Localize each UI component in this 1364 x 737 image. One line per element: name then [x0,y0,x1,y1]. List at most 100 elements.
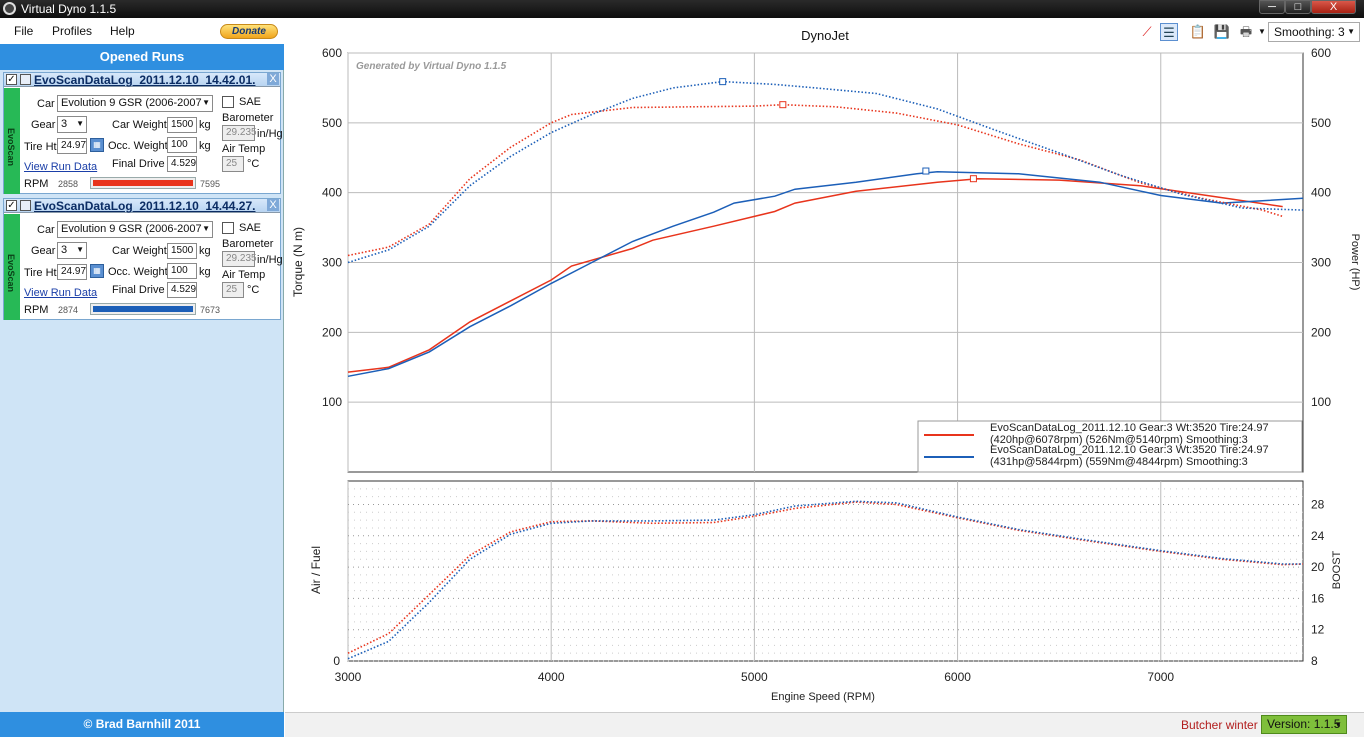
y2-tick-label: 300 [1311,256,1331,270]
car-label: Car [37,224,55,236]
run-card: ✓ EvoScanDataLog_2011.12.10_14.44.27. X … [3,198,283,320]
evoscan-tab: EvoScan [4,214,20,320]
car-weight-input[interactable]: 1500 [167,117,197,133]
car-label: Car [37,98,55,110]
y-tick-label: 200 [322,325,342,339]
tire-height-label: Tire Ht [24,141,57,153]
tire-height-input[interactable]: 24.97 [57,138,87,154]
clipboard-icon[interactable]: 📋 [1189,23,1207,41]
view-run-data-link[interactable]: View Run Data [24,161,97,173]
save-icon[interactable]: 💾 [1213,23,1231,41]
peak-marker [922,167,930,175]
air-temp-label: Air Temp [222,269,266,281]
peak-marker [779,101,787,109]
run-card: ✓ EvoScanDataLog_2011.12.10_14.42.01. X … [3,72,283,194]
legend-label: (420hp@6078rpm) (526Nm@5140rpm) Smoothin… [990,434,1248,446]
sae-checkbox[interactable] [222,96,234,108]
run-visible-checkbox[interactable]: ✓ [6,200,17,211]
menu-profiles[interactable]: Profiles [52,24,92,38]
run-color-checkbox[interactable] [20,74,31,85]
y2-tick-label: 500 [1311,116,1331,130]
watermark-text: Generated by Virtual Dyno 1.1.5 [356,61,507,72]
torque-series-line [347,80,1304,264]
barometer-label: Barometer [222,238,274,250]
menu-help[interactable]: Help [110,24,135,38]
app-icon[interactable] [3,2,16,15]
x-tick-label: 4000 [538,670,565,684]
torque-series-line [347,103,1283,257]
occ-weight-label: Occ. Weight [108,140,168,152]
chevron-down-icon: ▼ [202,98,210,107]
run-close-icon[interactable]: X [267,199,279,211]
y2-tick-label: 28 [1311,497,1325,511]
gear-select[interactable]: 3 ▼ [57,242,87,259]
inhg-label: in/Hg [257,128,283,140]
final-drive-label: Final Drive [112,284,165,296]
rpm-label: RPM [24,304,49,316]
y2-tick-label: 100 [1311,395,1331,409]
final-drive-input[interactable]: 4.529 [167,156,197,172]
barometer-input[interactable]: 29.235 [222,251,257,267]
rpm-range-slider[interactable] [90,303,196,315]
air-temp-input[interactable]: 25 [222,156,244,172]
air-temp-input[interactable]: 25 [222,282,244,298]
list-icon[interactable]: ☰ [1160,23,1178,41]
car-weight-label: Car Weight [112,245,167,257]
y2-axis-label: BOOST [1331,550,1343,589]
y-tick-label: 400 [322,186,342,200]
run-card-header: ✓ EvoScanDataLog_2011.12.10_14.44.27. X [4,199,280,213]
minimize-button[interactable]: ─ [1259,0,1285,14]
window-title: Virtual Dyno 1.1.5 [21,2,117,16]
car-weight-label: Car Weight [112,119,167,131]
legend-label: EvoScanDataLog_2011.12.10 Gear:3 Wt:3520… [990,422,1269,434]
run-visible-checkbox[interactable]: ✓ [6,74,17,85]
maximize-button[interactable]: □ [1285,0,1311,14]
copyright-bar: © Brad Barnhill 2011 [0,712,284,737]
gear-select[interactable]: 3 ▼ [57,116,87,133]
kg-label: kg [199,266,211,278]
donate-button[interactable]: Donate [220,24,278,39]
pen-icon[interactable]: ⟋ [1138,23,1156,41]
y2-tick-label: 8 [1311,654,1318,668]
y2-tick-label: 12 [1311,623,1325,637]
calculator-icon[interactable]: ▦ [90,264,104,278]
close-button[interactable]: X [1311,0,1356,14]
y2-tick-label: 20 [1311,560,1325,574]
kg-label: kg [199,245,211,257]
chart-legend [917,420,1303,473]
gear-label: Gear [31,245,56,257]
occ-weight-input[interactable]: 100 [167,263,197,279]
rpm-max-value: 7673 [200,305,221,315]
tire-height-input[interactable]: 24.97 [57,264,87,280]
chart-title: DynoJet [801,28,849,43]
opened-runs-header: Opened Runs [0,44,284,70]
car-select[interactable]: Evolution 9 GSR (2006-2007 ▼ [57,221,213,238]
view-run-data-link[interactable]: View Run Data [24,287,97,299]
legend-label: EvoScanDataLog_2011.12.10 Gear:3 Wt:3520… [990,444,1269,456]
sae-checkbox[interactable] [222,222,234,234]
torque-plot-area [347,52,1304,473]
car-weight-input[interactable]: 1500 [167,243,197,259]
y-tick-label: 100 [322,395,342,409]
occ-weight-input[interactable]: 100 [167,137,197,153]
final-drive-input[interactable]: 4.529 [167,282,197,298]
rpm-label: RPM [24,178,49,190]
sae-label: SAE [239,96,262,108]
x-axis-label: Engine Speed (RPM) [771,691,875,703]
run-title[interactable]: EvoScanDataLog_2011.12.10_14.42.01. [34,73,266,87]
peak-marker [969,175,977,183]
final-drive-label: Final Drive [112,158,165,170]
barometer-input[interactable]: 29.235 [222,125,257,141]
smoothing-select[interactable]: Smoothing: 3 ▼ [1268,22,1360,42]
run-color-checkbox[interactable] [20,200,31,211]
x-tick-label: 6000 [944,670,971,684]
y-axis-label: Air / Fuel [309,546,323,594]
rpm-range-slider[interactable] [90,177,196,189]
y2-tick-label: 400 [1311,186,1331,200]
run-close-icon[interactable]: X [267,73,279,85]
car-select[interactable]: Evolution 9 GSR (2006-2007 ▼ [57,95,213,112]
menu-file[interactable]: File [14,24,33,38]
run-title[interactable]: EvoScanDataLog_2011.12.10_14.44.27. [34,199,266,213]
version-select[interactable]: Version: 1.1.5 ▼ [1261,715,1347,734]
calculator-icon[interactable]: ▦ [90,138,104,152]
